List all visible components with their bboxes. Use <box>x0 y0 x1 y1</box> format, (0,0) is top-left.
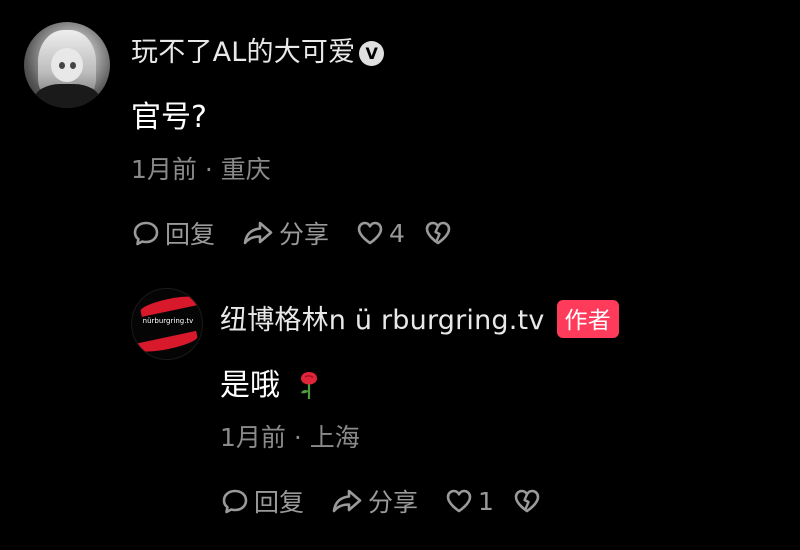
logo-stripe-top <box>139 293 199 317</box>
avatar-face <box>51 48 83 82</box>
reply-location: 上海 <box>309 423 360 452</box>
reply-label: 回复 <box>254 488 305 517</box>
commenter-avatar[interactable] <box>24 22 110 108</box>
comment-bubble-icon <box>222 489 248 514</box>
reply-actions: 回复 分享 1 <box>220 483 572 519</box>
reply-meta: 1月前 · 上海 <box>220 418 360 454</box>
avatar-logo-text: nürburgring.tv <box>142 317 194 325</box>
meta-separator: · <box>293 423 302 452</box>
broken-heart-icon <box>514 489 540 513</box>
reply-text-row: 是哦 <box>220 360 322 404</box>
like-button[interactable]: 4 <box>355 218 405 248</box>
broken-heart-icon <box>425 221 451 245</box>
logo-stripe-bottom <box>137 330 199 356</box>
comment-meta: 1月前 · 重庆 <box>131 150 271 186</box>
meta-separator: · <box>204 155 213 184</box>
comment-actions: 回复 分享 4 <box>131 215 483 251</box>
comment-bubble-icon <box>133 221 159 246</box>
avatar-eye-right <box>70 62 76 69</box>
comment-text: 官号? <box>131 100 207 135</box>
author-avatar[interactable]: nürburgring.tv <box>131 288 203 360</box>
share-arrow-icon <box>243 221 273 245</box>
comment-location: 重庆 <box>220 155 271 184</box>
share-arrow-icon <box>332 489 362 513</box>
commenter-username[interactable]: 玩不了AL的大可爱 V <box>131 30 385 69</box>
heart-outline-icon <box>357 221 383 245</box>
reply-button[interactable]: 回复 <box>131 215 215 251</box>
rose-emoji-icon <box>300 372 317 399</box>
author-badge: 作者 <box>556 300 619 338</box>
like-count: 4 <box>389 218 405 248</box>
share-button[interactable]: 分享 <box>330 483 418 519</box>
reply-button[interactable]: 回复 <box>220 483 304 519</box>
dislike-button[interactable] <box>423 218 457 248</box>
commenter-username-text: 玩不了AL的大可爱 <box>131 37 356 68</box>
share-label: 分享 <box>368 488 419 517</box>
comment-time: 1月前 <box>131 155 197 184</box>
reply-time: 1月前 <box>220 423 286 452</box>
like-count: 1 <box>478 486 494 516</box>
reply-username-text: 纽博格林n ü rburgring.tv <box>220 305 545 336</box>
like-button[interactable]: 1 <box>444 486 494 516</box>
reply-username[interactable]: 纽博格林n ü rburgring.tv 作者 <box>220 298 619 338</box>
verified-badge-icon: V <box>359 41 385 66</box>
share-button[interactable]: 分享 <box>241 215 329 251</box>
reply-text: 是哦 <box>220 368 280 403</box>
avatar-body <box>34 84 100 108</box>
reply-label: 回复 <box>165 220 216 249</box>
heart-outline-icon <box>446 489 472 513</box>
avatar-eye-left <box>59 62 65 69</box>
share-label: 分享 <box>279 220 330 249</box>
dislike-button[interactable] <box>512 486 546 516</box>
